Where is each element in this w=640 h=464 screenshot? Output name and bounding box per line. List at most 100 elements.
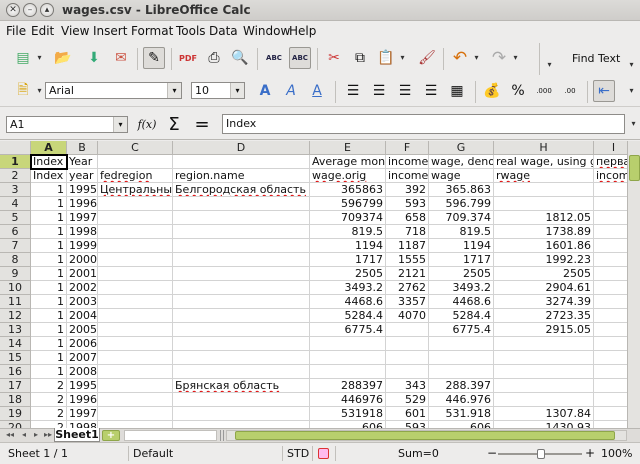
cell-b10[interactable]: 2002 <box>67 281 98 295</box>
row-header-6[interactable]: 6 <box>0 225 31 239</box>
column-header-a[interactable]: A <box>31 141 67 155</box>
cell-e3[interactable]: 365863 <box>310 183 386 197</box>
cell-h4[interactable] <box>494 197 594 211</box>
page-style[interactable]: Default <box>133 447 173 460</box>
cell-d17[interactable]: Брянская область <box>173 379 310 393</box>
cell-b11[interactable]: 2003 <box>67 295 98 309</box>
export-pdf-icon[interactable]: PDF <box>177 47 199 69</box>
font-name-combo[interactable]: Arial ▾ <box>45 82 182 99</box>
zoom-slider-thumb[interactable] <box>537 449 545 459</box>
cell-i10[interactable] <box>594 281 627 295</box>
cell-e15[interactable] <box>310 351 386 365</box>
cell-f14[interactable] <box>386 337 429 351</box>
column-header-g[interactable]: G <box>429 141 494 155</box>
cell-c5[interactable] <box>98 211 173 225</box>
cell-d3[interactable]: Белгородская область <box>173 183 310 197</box>
cell-d4[interactable] <box>173 197 310 211</box>
cell-h3[interactable] <box>494 183 594 197</box>
font-name-arrow-icon[interactable]: ▾ <box>167 83 181 98</box>
cell-i9[interactable] <box>594 267 627 281</box>
font-size-arrow-icon[interactable]: ▾ <box>230 83 244 98</box>
cell-h1[interactable]: real wage, using gdp <box>494 155 594 169</box>
cell-g11[interactable]: 4468.6 <box>429 295 494 309</box>
cell-g1[interactable]: wage, denom <box>429 155 494 169</box>
cell-e5[interactable]: 709374 <box>310 211 386 225</box>
cut-icon[interactable]: ✂ <box>323 47 345 69</box>
cell-f3[interactable]: 392 <box>386 183 429 197</box>
column-header-d[interactable]: D <box>173 141 310 155</box>
row-header-4[interactable]: 4 <box>0 197 31 211</box>
cell-c4[interactable] <box>98 197 173 211</box>
vertical-scroll-thumb[interactable] <box>629 155 640 181</box>
row-header-10[interactable]: 10 <box>0 281 31 295</box>
cell-g5[interactable]: 709.374 <box>429 211 494 225</box>
cell-b20[interactable]: 1998 <box>67 421 98 428</box>
cell-a9[interactable]: 1 <box>31 267 67 281</box>
menu-data[interactable]: Data <box>209 24 238 38</box>
formula-button[interactable]: = <box>191 113 213 135</box>
cell-g12[interactable]: 5284.4 <box>429 309 494 323</box>
menu-window[interactable]: Window <box>243 24 290 38</box>
cell-g17[interactable]: 288.397 <box>429 379 494 393</box>
cell-g18[interactable]: 446.976 <box>429 393 494 407</box>
row-header-20[interactable]: 20 <box>0 421 31 428</box>
print-preview-icon[interactable]: 🔍 <box>229 47 251 69</box>
cell-e14[interactable] <box>310 337 386 351</box>
cell-d7[interactable] <box>173 239 310 253</box>
cell-h12[interactable]: 2723.35 <box>494 309 594 323</box>
cell-h11[interactable]: 3274.39 <box>494 295 594 309</box>
cell-f17[interactable]: 343 <box>386 379 429 393</box>
sum-button[interactable]: Σ <box>163 113 185 135</box>
toolbar-overflow-icon[interactable]: ▾ <box>545 54 554 76</box>
cell-f4[interactable]: 593 <box>386 197 429 211</box>
zoom-out-button[interactable]: − <box>487 446 497 460</box>
cell-h13[interactable]: 2915.05 <box>494 323 594 337</box>
cell-d8[interactable] <box>173 253 310 267</box>
cell-h5[interactable]: 1812.05 <box>494 211 594 225</box>
cell-f15[interactable] <box>386 351 429 365</box>
cell-g19[interactable]: 531.918 <box>429 407 494 421</box>
cell-d19[interactable] <box>173 407 310 421</box>
row-header-19[interactable]: 19 <box>0 407 31 421</box>
cell-h9[interactable]: 2505 <box>494 267 594 281</box>
cell-h7[interactable]: 1601.86 <box>494 239 594 253</box>
vertical-scrollbar[interactable] <box>627 141 640 428</box>
row-header-7[interactable]: 7 <box>0 239 31 253</box>
spreadsheet-grid[interactable]: ABCDEFGHI1IndexYearAverage monthincomewa… <box>0 141 627 428</box>
expand-formula-icon[interactable]: ▾ <box>629 113 638 135</box>
cell-d18[interactable] <box>173 393 310 407</box>
cell-c7[interactable] <box>98 239 173 253</box>
cell-e9[interactable]: 2505 <box>310 267 386 281</box>
cell-f18[interactable]: 529 <box>386 393 429 407</box>
cell-h2[interactable]: rwage <box>494 169 594 183</box>
cell-g6[interactable]: 819.5 <box>429 225 494 239</box>
cell-e4[interactable]: 596799 <box>310 197 386 211</box>
styles-dropdown-icon[interactable]: ▾ <box>35 80 44 102</box>
cell-b17[interactable]: 1995 <box>67 379 98 393</box>
clone-formatting-icon[interactable]: 🖌 <box>416 47 438 69</box>
cell-i2[interactable]: incom <box>594 169 627 183</box>
cell-b8[interactable]: 2000 <box>67 253 98 267</box>
edit-file-icon[interactable]: ✎ <box>143 47 165 69</box>
cell-a16[interactable]: 1 <box>31 365 67 379</box>
cell-i19[interactable] <box>594 407 627 421</box>
currency-icon[interactable]: 💰 <box>481 80 503 102</box>
cell-c8[interactable] <box>98 253 173 267</box>
cell-b4[interactable]: 1996 <box>67 197 98 211</box>
cell-h8[interactable]: 1992.23 <box>494 253 594 267</box>
cell-f1[interactable]: income <box>386 155 429 169</box>
add-decimal-button[interactable]: .000 <box>533 80 555 102</box>
redo-dropdown-icon[interactable]: ▾ <box>511 47 520 69</box>
cell-i18[interactable] <box>594 393 627 407</box>
font-size-combo[interactable]: 10 ▾ <box>191 82 245 99</box>
cell-e6[interactable]: 819.5 <box>310 225 386 239</box>
cell-a2[interactable]: Index <box>31 169 67 183</box>
row-header-12[interactable]: 12 <box>0 309 31 323</box>
cell-e19[interactable]: 531918 <box>310 407 386 421</box>
column-header-f[interactable]: F <box>386 141 429 155</box>
copy-icon[interactable]: ⧉ <box>349 47 371 69</box>
cell-c17[interactable] <box>98 379 173 393</box>
cell-g9[interactable]: 2505 <box>429 267 494 281</box>
sheet-tab-sheet1[interactable]: Sheet1 <box>54 428 100 442</box>
function-wizard-button[interactable]: f(x) <box>136 113 158 135</box>
